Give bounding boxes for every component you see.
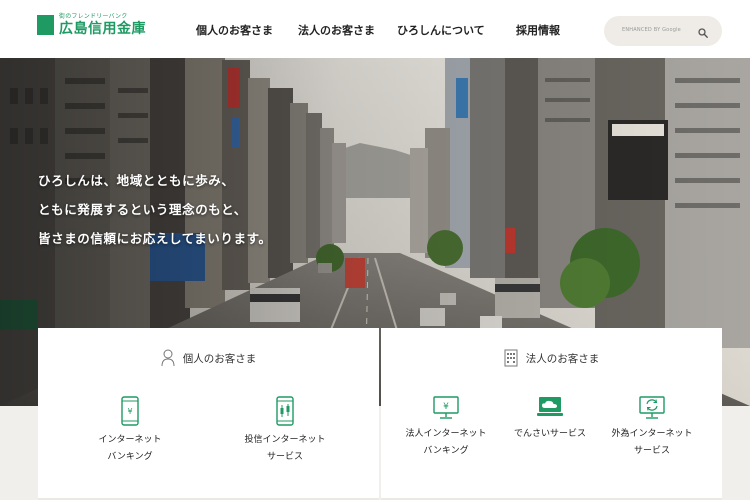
personal-services-card: 個人のお客さま ¥ インターネット バンキング 投信インターネット サービス bbox=[38, 328, 379, 500]
service-investment-trust[interactable]: 投信インターネット サービス bbox=[230, 396, 340, 466]
smartphone-chart-icon bbox=[276, 396, 294, 426]
hero-message: ひろしんは、地域とともに歩み、 ともに発展するという理念のもと、 皆さまの信頼に… bbox=[38, 166, 272, 253]
logo-mark-icon bbox=[37, 15, 54, 35]
personal-card-header[interactable]: 個人のお客さま bbox=[38, 328, 379, 388]
corporate-card-title: 法人のお客さま bbox=[525, 352, 600, 365]
svg-text:¥: ¥ bbox=[443, 402, 449, 412]
search-input[interactable]: ENHANCED BY Google bbox=[622, 27, 681, 33]
person-icon bbox=[161, 349, 175, 367]
hero-line-3: 皆さまの信頼にお応えしてまいります。 bbox=[38, 231, 272, 246]
building-icon bbox=[504, 349, 518, 367]
service-label-line1: インターネット bbox=[98, 435, 162, 445]
service-label-line2: サービス bbox=[633, 446, 670, 456]
nav-about[interactable]: ひろしんについて bbox=[397, 22, 485, 38]
monitor-yen-icon: ¥ bbox=[433, 396, 459, 419]
nav-recruit[interactable]: 採用情報 bbox=[516, 22, 560, 38]
service-internet-banking[interactable]: ¥ インターネット バンキング bbox=[75, 396, 185, 466]
personal-card-title: 個人のお客さま bbox=[182, 352, 257, 365]
service-label-line1: 投信インターネット bbox=[244, 435, 326, 445]
service-label-line1: 外為インターネット bbox=[611, 429, 693, 439]
site-header: 街のフレンドリーバンク 広島信用金庫 個人のお客さま 法人のお客さま ひろしんに… bbox=[0, 0, 750, 58]
search-icon[interactable] bbox=[698, 28, 708, 38]
svg-text:¥: ¥ bbox=[127, 407, 132, 416]
service-label-line2: バンキング bbox=[423, 446, 469, 456]
hero-line-1: ひろしんは、地域とともに歩み、 bbox=[38, 173, 235, 188]
service-label-line1: でんさいサービス bbox=[513, 429, 586, 439]
corporate-services-card: 法人のお客さま ¥ 法人インターネット バンキング でんさいサービス 外為インタ… bbox=[381, 328, 722, 500]
service-label-line1: 法人インターネット bbox=[405, 429, 487, 439]
service-label-line2: バンキング bbox=[107, 452, 153, 462]
nav-personal[interactable]: 個人のお客さま bbox=[196, 22, 273, 38]
hero-line-2: ともに発展するという理念のもと、 bbox=[38, 202, 247, 217]
service-densai[interactable]: でんさいサービス bbox=[495, 396, 605, 443]
laptop-cloud-icon bbox=[537, 397, 563, 416]
service-label-line2: サービス bbox=[266, 452, 303, 462]
logo-tagline: 街のフレンドリーバンク bbox=[59, 13, 128, 20]
site-logo[interactable]: 街のフレンドリーバンク 広島信用金庫 bbox=[37, 14, 146, 36]
logo-name: 広島信用金庫 bbox=[59, 21, 146, 37]
monitor-exchange-icon bbox=[639, 396, 665, 419]
service-corporate-internet-banking[interactable]: ¥ 法人インターネット バンキング bbox=[391, 396, 501, 460]
service-forex-internet[interactable]: 外為インターネット サービス bbox=[597, 396, 707, 460]
smartphone-yen-icon: ¥ bbox=[121, 396, 139, 426]
corporate-card-header[interactable]: 法人のお客さま bbox=[381, 328, 722, 388]
nav-corporate[interactable]: 法人のお客さま bbox=[298, 22, 375, 38]
